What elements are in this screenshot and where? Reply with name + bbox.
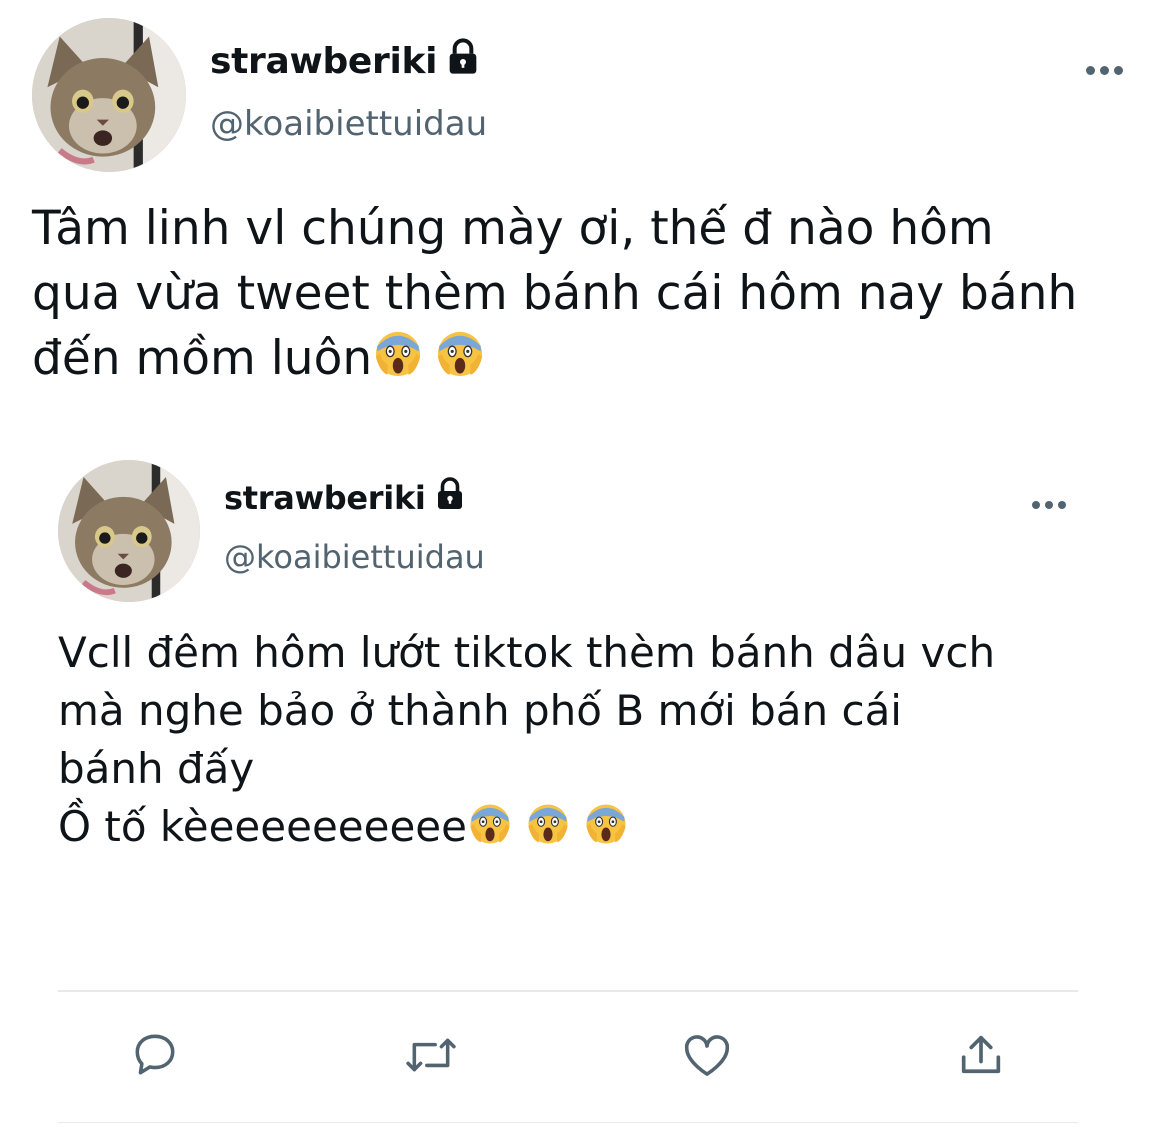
- more-horizontal-icon[interactable]: [1086, 60, 1123, 80]
- face-screaming-in-fear-emoji: [583, 801, 629, 862]
- more-horizontal-icon[interactable]: [1032, 496, 1066, 514]
- reply-icon: [135, 1034, 175, 1075]
- bottom-divider: [58, 1122, 1078, 1123]
- cat-avatar-image: [58, 460, 200, 602]
- quoted-handle[interactable]: @koaibiettuidau: [224, 538, 485, 576]
- tweet-text-body: Tâm linh vl chúng mày ơi, thế đ nào hôm …: [32, 201, 1078, 386]
- handle[interactable]: @koaibiettuidau: [210, 104, 487, 144]
- face-screaming-in-fear-emoji: [434, 328, 486, 397]
- tweet-text: Tâm linh vl chúng mày ơi, thế đ nào hôm …: [32, 196, 1152, 397]
- face-screaming-in-fear-emoji: [467, 801, 513, 862]
- lock-icon: [443, 37, 483, 86]
- avatar[interactable]: [32, 18, 186, 172]
- quoted-display-name-text: strawberiki: [224, 479, 426, 517]
- reply-button[interactable]: [125, 1024, 185, 1084]
- like-button[interactable]: [676, 1024, 738, 1086]
- quoted-tweet-text: Vcll đêm hôm lướt tiktok thèm bánh dâu v…: [58, 624, 1148, 862]
- heart-icon: [684, 1035, 730, 1076]
- display-name[interactable]: strawberiki: [210, 37, 483, 86]
- share-button[interactable]: [950, 1024, 1012, 1086]
- lock-icon: [432, 476, 468, 520]
- quoted-avatar[interactable]: [58, 460, 200, 602]
- face-screaming-in-fear-emoji: [372, 328, 424, 397]
- action-bar-divider: [58, 990, 1078, 992]
- share-icon: [961, 1035, 1001, 1074]
- retweet-button[interactable]: [400, 1024, 462, 1086]
- quoted-display-name[interactable]: strawberiki: [224, 476, 468, 520]
- face-screaming-in-fear-emoji: [525, 801, 571, 862]
- display-name-text: strawberiki: [210, 40, 438, 82]
- cat-avatar-image: [32, 18, 186, 172]
- retweet-icon: [406, 1038, 456, 1072]
